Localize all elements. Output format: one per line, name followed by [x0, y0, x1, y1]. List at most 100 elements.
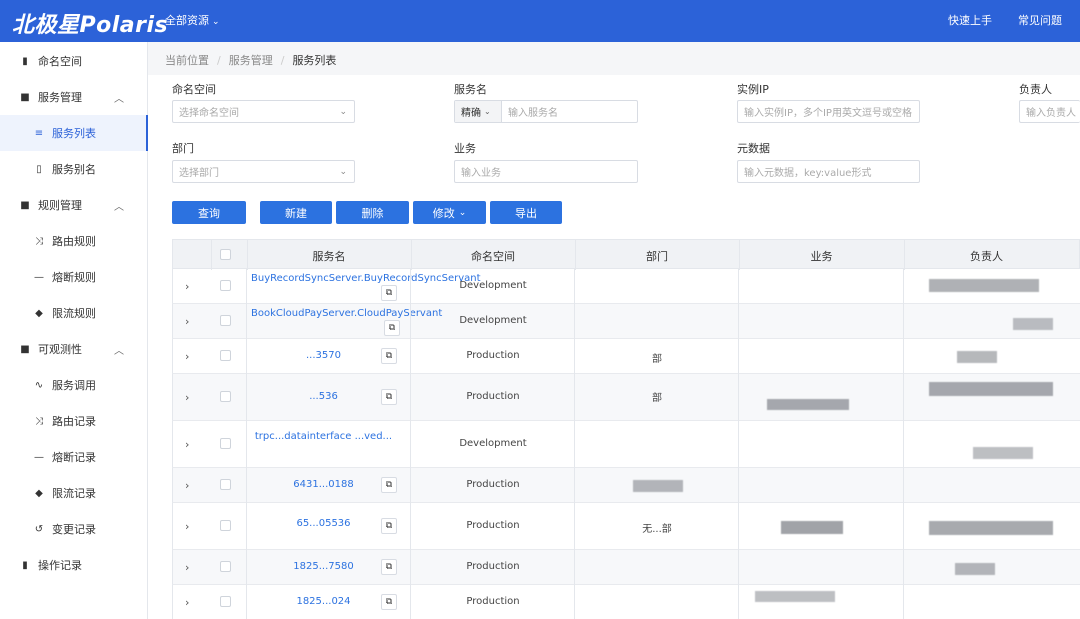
instance-ip-input[interactable]: 输入实例IP，多个IP用英文逗号或空格	[737, 100, 920, 123]
sidebar-item-observability[interactable]: ■ 可观测性 ︿	[0, 331, 148, 367]
faq-link[interactable]: 常见问题	[1018, 12, 1062, 28]
chevron-right-icon[interactable]: ›	[185, 391, 189, 404]
row-checkbox[interactable]	[220, 479, 231, 490]
sidebar-item-service-management[interactable]: ■ 服务管理 ︿	[0, 79, 148, 115]
sidebar-item-label: 变更记录	[52, 523, 96, 536]
namespace-label: 命名空间	[172, 83, 216, 96]
copy-icon[interactable]: ⧉	[381, 477, 397, 493]
export-button[interactable]: 导出	[490, 201, 562, 224]
query-button[interactable]: 查询	[172, 201, 246, 224]
chevron-right-icon[interactable]: ›	[185, 479, 189, 492]
sidebar-item-label: 服务列表	[52, 127, 96, 140]
service-name-link[interactable]: ...3570	[251, 348, 396, 363]
department-label: 部门	[172, 142, 194, 155]
cube-icon: ◆	[35, 487, 43, 499]
table-row[interactable]: › ...3570 ⧉ Production 部	[172, 339, 1080, 374]
service-name-field[interactable]: 精确 ⌄ 输入服务名	[454, 100, 638, 123]
sidebar-item-label: 服务调用	[52, 379, 96, 392]
service-name-input[interactable]: 输入服务名	[502, 101, 558, 122]
table-row[interactable]: › trpc...datainterface ...ved... Develop…	[172, 421, 1080, 468]
breadcrumb-parent[interactable]: 服务管理	[229, 54, 273, 67]
service-name-link[interactable]: trpc...datainterface ...ved...	[251, 429, 396, 444]
chevron-up-icon: ︿	[114, 93, 124, 105]
sidebar-item-ratelimit-records[interactable]: ◆ 限流记录	[0, 475, 148, 511]
copy-icon[interactable]: ⧉	[381, 518, 397, 534]
sidebar-item-route-rules[interactable]: ⤨ 路由规则	[0, 223, 148, 259]
service-name-link[interactable]: 6431...0188	[251, 477, 396, 492]
business-input[interactable]: 输入业务	[454, 160, 638, 183]
row-checkbox[interactable]	[220, 561, 231, 572]
quick-start-link[interactable]: 快速上手	[948, 12, 992, 28]
sidebar-item-label: 操作记录	[38, 559, 82, 572]
col-service-name[interactable]: 服务名	[247, 248, 411, 264]
row-checkbox[interactable]	[220, 280, 231, 291]
sidebar-item-change-records[interactable]: ↺ 变更记录	[0, 511, 148, 547]
select-all-checkbox[interactable]	[220, 249, 231, 260]
row-checkbox[interactable]	[220, 596, 231, 607]
service-name-link[interactable]: 65...05536	[251, 516, 396, 531]
sidebar-item-service-calls[interactable]: ∿ 服务调用	[0, 367, 148, 403]
chevron-down-icon: ⌄	[339, 166, 347, 177]
sidebar-item-label: 熔断规则	[52, 271, 96, 284]
copy-icon[interactable]: ⧉	[381, 348, 397, 364]
sidebar-item-operation-records[interactable]: ▮ 操作记录	[0, 547, 148, 583]
copy-icon[interactable]: ⧉	[381, 389, 397, 405]
service-name-link[interactable]: BuyRecordSyncServer.BuyRecordSyncServant	[251, 271, 481, 286]
chevron-right-icon[interactable]: ›	[185, 350, 189, 363]
breadcrumb: 当前位置 / 服务管理 / 服务列表	[165, 54, 337, 67]
sidebar-item-ratelimit-rules[interactable]: ◆ 限流规则	[0, 295, 148, 331]
row-checkbox[interactable]	[220, 315, 231, 326]
col-department[interactable]: 部门	[575, 248, 739, 264]
route-icon: ⤨	[35, 235, 43, 247]
chevron-right-icon[interactable]: ›	[185, 561, 189, 574]
copy-icon[interactable]: ⧉	[381, 285, 397, 301]
col-owner[interactable]: 负责人	[904, 248, 1069, 264]
table-row[interactable]: › ...536 ⧉ Production 部	[172, 374, 1080, 421]
sidebar-item-rule-management[interactable]: ■ 规则管理 ︿	[0, 187, 148, 223]
modify-button[interactable]: 修改 ⌄	[413, 201, 486, 224]
copy-icon[interactable]: ⧉	[381, 594, 397, 610]
row-checkbox[interactable]	[220, 438, 231, 449]
chevron-right-icon[interactable]: ›	[185, 438, 189, 451]
department-select[interactable]: 选择部门 ⌄	[172, 160, 355, 183]
sidebar-item-circuit-records[interactable]: — 熔断记录	[0, 439, 148, 475]
service-name-link[interactable]: BookCloudPayServer.CloudPayServant	[251, 306, 442, 321]
namespace-cell: Development	[459, 280, 527, 291]
copy-icon[interactable]: ⧉	[384, 320, 400, 336]
table-row[interactable]: › 1825...024 ⧉ Production	[172, 585, 1080, 619]
table-row[interactable]: › 6431...0188 ⧉ Production	[172, 468, 1080, 503]
chevron-right-icon[interactable]: ›	[185, 315, 189, 328]
table-row[interactable]: › BuyRecordSyncServer.BuyRecordSyncServa…	[172, 269, 1080, 304]
namespace-cell: Production	[466, 520, 520, 531]
metadata-input[interactable]: 输入元数据，key:value形式	[737, 160, 920, 183]
sidebar-item-label: 服务别名	[52, 163, 96, 176]
match-mode-select[interactable]: 精确 ⌄	[455, 101, 502, 122]
table-header: 服务名 命名空间 部门 业务 负责人	[172, 239, 1080, 270]
table-row[interactable]: › BookCloudPayServer.CloudPayServant ⧉ D…	[172, 304, 1080, 339]
copy-icon[interactable]: ⧉	[381, 559, 397, 575]
row-checkbox[interactable]	[220, 520, 231, 531]
chevron-right-icon[interactable]: ›	[185, 280, 189, 293]
create-button[interactable]: 新建	[260, 201, 332, 224]
delete-button[interactable]: 删除	[336, 201, 409, 224]
app-logo[interactable]: 北极星Polaris	[12, 7, 168, 39]
service-name-link[interactable]: 1825...7580	[251, 559, 396, 574]
chevron-right-icon[interactable]: ›	[185, 596, 189, 609]
service-name-link[interactable]: ...536	[251, 389, 396, 404]
col-namespace[interactable]: 命名空间	[411, 248, 575, 264]
owner-input[interactable]: 输入负责人	[1019, 100, 1080, 123]
resource-menu[interactable]: 全部资源 ⌄	[165, 12, 220, 28]
sidebar-item-service-list[interactable]: ≡ 服务列表	[0, 115, 148, 151]
sidebar-item-route-records[interactable]: ⤨ 路由记录	[0, 403, 148, 439]
sidebar-item-namespace[interactable]: ▮ 命名空间	[0, 43, 148, 79]
table-row[interactable]: › 1825...7580 ⧉ Production	[172, 550, 1080, 585]
sidebar-item-circuit-rules[interactable]: — 熔断规则	[0, 259, 148, 295]
namespace-select[interactable]: 选择命名空间 ⌄	[172, 100, 355, 123]
table-row[interactable]: › 65...05536 ⧉ Production 无...部	[172, 503, 1080, 550]
service-name-link[interactable]: 1825...024	[251, 594, 396, 609]
chevron-right-icon[interactable]: ›	[185, 520, 189, 533]
col-business[interactable]: 业务	[739, 248, 904, 264]
row-checkbox[interactable]	[220, 391, 231, 402]
sidebar-item-service-alias[interactable]: ▯ 服务别名	[0, 151, 148, 187]
row-checkbox[interactable]	[220, 350, 231, 361]
